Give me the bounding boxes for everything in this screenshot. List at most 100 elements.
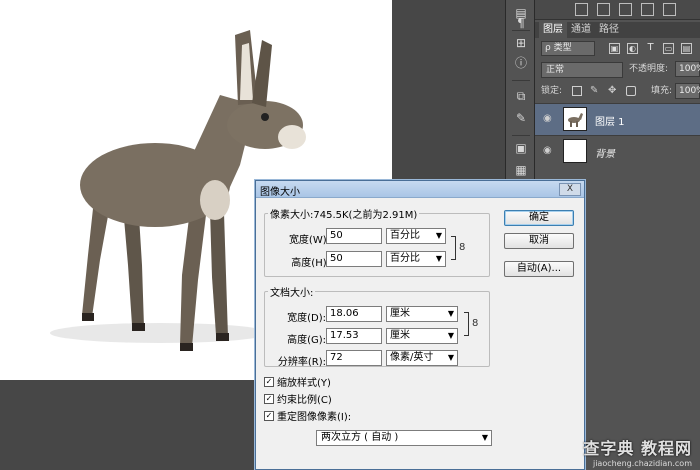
- chain-link-icon: 8: [472, 318, 479, 329]
- scale-styles-checkbox[interactable]: ✓ 缩放样式(Y): [264, 377, 331, 391]
- document-size-label: 文档大小:: [268, 284, 316, 299]
- dialog-title: 图像大小: [260, 187, 300, 198]
- height-input[interactable]: 50: [326, 251, 382, 267]
- image-size-dialog: 图像大小 X 像素大小:745.5K(之前为2.91M) 宽度(W): 50 百…: [255, 180, 585, 470]
- visibility-eye-icon[interactable]: ◉: [543, 146, 555, 156]
- blend-mode-select[interactable]: 正常: [541, 62, 623, 78]
- paragraph-icon[interactable]: ¶: [513, 15, 529, 31]
- donkey-thumbnail-icon: [568, 113, 583, 127]
- fill-input[interactable]: 100%: [675, 83, 700, 99]
- resample-method-select[interactable]: 两次立方 ( 自动 ) ▼: [316, 430, 492, 446]
- resample-label: 重定图像像素(I):: [277, 412, 352, 423]
- doc-width-unit-value: 厘米: [390, 308, 410, 319]
- smart-object-filter-icon[interactable]: ▤: [681, 43, 692, 54]
- lock-row: 锁定: ✎ ✥ 填充: 100%: [535, 82, 700, 100]
- chevron-down-icon: ▼: [447, 331, 454, 340]
- tab-paths[interactable]: 路径: [595, 22, 623, 38]
- auto-button[interactable]: 自动(A)...: [504, 261, 574, 277]
- tab-channels[interactable]: 通道: [567, 22, 595, 38]
- checkmark-icon[interactable]: ✓: [264, 411, 274, 421]
- dialog-titlebar[interactable]: 图像大小 X: [256, 181, 584, 198]
- lock-position-icon[interactable]: ✥: [608, 86, 618, 96]
- checkmark-icon[interactable]: ✓: [264, 394, 274, 404]
- brush-presets-icon[interactable]: ✎: [513, 110, 529, 126]
- opacity-label: 不透明度:: [629, 64, 669, 74]
- fill-label: 填充:: [651, 86, 673, 96]
- chevron-down-icon: ▼: [435, 231, 442, 240]
- scale-styles-label: 缩放样式(Y): [277, 378, 331, 389]
- doc-width-input[interactable]: 18.06: [326, 306, 382, 322]
- doc-height-input[interactable]: 17.53: [326, 328, 382, 344]
- tool-icon[interactable]: [597, 3, 610, 16]
- tool-icon[interactable]: [663, 3, 676, 16]
- width-unit-value: 百分比: [390, 230, 420, 241]
- tool-icon[interactable]: [641, 3, 654, 16]
- properties-icon[interactable]: ⊞: [513, 35, 529, 51]
- layer-filter-row: ρ 类型 ▣ ◐ T ▭ ▤: [535, 40, 700, 58]
- type-filter-icon[interactable]: T: [645, 43, 656, 54]
- resample-method-value: 两次立方 ( 自动 ): [321, 432, 399, 443]
- doc-height-label: 高度(G):: [287, 335, 326, 346]
- lock-transparent-icon[interactable]: [572, 86, 582, 96]
- doc-width-label: 宽度(D):: [287, 313, 326, 324]
- cancel-button[interactable]: 取消: [504, 233, 574, 249]
- layer-row-background[interactable]: ◉ 背景: [535, 135, 700, 167]
- separator: [512, 80, 530, 81]
- ok-button[interactable]: 确定: [504, 210, 574, 226]
- clone-source-icon[interactable]: ⧉: [513, 88, 529, 104]
- width-unit-select[interactable]: 百分比 ▼: [386, 228, 446, 244]
- resample-checkbox[interactable]: ✓ 重定图像像素(I):: [264, 411, 351, 425]
- doc-height-unit-select[interactable]: 厘米 ▼: [386, 328, 458, 344]
- chevron-down-icon: ▼: [481, 433, 488, 442]
- lock-label: 锁定:: [541, 86, 563, 96]
- info-icon[interactable]: ⓘ: [513, 55, 529, 71]
- lock-pixels-icon[interactable]: ✎: [590, 86, 600, 96]
- blend-row: 正常 不透明度: 100%: [535, 61, 700, 79]
- layer-name[interactable]: 背景: [595, 145, 615, 160]
- width-input[interactable]: 50: [326, 228, 382, 244]
- watermark-main: 查字典 教程网: [583, 439, 692, 458]
- resolution-label: 分辨率(R):: [277, 357, 326, 368]
- tool-icon[interactable]: [619, 3, 632, 16]
- chain-link-icon: 8: [459, 242, 466, 253]
- height-unit-value: 百分比: [390, 253, 420, 264]
- chevron-down-icon: ▼: [435, 254, 442, 263]
- image-filter-icon[interactable]: ▣: [609, 43, 620, 54]
- shape-filter-icon[interactable]: ▭: [663, 43, 674, 54]
- width-label: 宽度(W):: [288, 235, 330, 246]
- lock-all-icon[interactable]: [626, 86, 636, 96]
- link-bracket: [451, 236, 456, 260]
- tool-icon[interactable]: [575, 3, 588, 16]
- panel-top-bar: [535, 0, 700, 20]
- doc-height-unit-value: 厘米: [390, 330, 410, 341]
- constrain-proportions-checkbox[interactable]: ✓ 约束比例(C): [264, 394, 332, 408]
- resolution-unit-select[interactable]: 像素/英寸 ▼: [386, 350, 458, 366]
- chevron-down-icon: ▼: [447, 353, 454, 362]
- constrain-label: 约束比例(C): [277, 395, 332, 406]
- chevron-down-icon: ▼: [447, 309, 454, 318]
- adjustment-filter-icon[interactable]: ◐: [627, 43, 638, 54]
- watermark-url: jiaocheng.chazidian.com: [592, 459, 692, 468]
- watermark: 查字典 教程网 jiaocheng.chazidian.com: [583, 435, 692, 468]
- close-button[interactable]: X: [559, 183, 581, 196]
- height-label: 高度(H):: [291, 258, 330, 269]
- layer-row-layer1[interactable]: ◉ 图层 1: [535, 103, 700, 135]
- doc-width-unit-select[interactable]: 厘米 ▼: [386, 306, 458, 322]
- checkmark-icon[interactable]: ✓: [264, 377, 274, 387]
- height-unit-select[interactable]: 百分比 ▼: [386, 251, 446, 267]
- notes-icon[interactable]: ▣: [513, 140, 529, 156]
- layer-thumbnail: [563, 139, 587, 163]
- separator: [512, 135, 530, 136]
- tab-layers[interactable]: 图层: [539, 22, 567, 38]
- styles-icon[interactable]: ▦: [513, 162, 529, 178]
- pixel-dimensions-label: 像素大小:745.5K(之前为2.91M): [268, 206, 420, 221]
- layer-name[interactable]: 图层 1: [595, 113, 625, 128]
- link-bracket: [464, 312, 469, 336]
- panel-tabs: 图层 通道 路径: [535, 22, 700, 38]
- visibility-eye-icon[interactable]: ◉: [543, 114, 555, 124]
- resolution-input[interactable]: 72: [326, 350, 382, 366]
- layer-thumbnail: [563, 107, 587, 131]
- opacity-input[interactable]: 100%: [675, 61, 700, 77]
- kind-filter-select[interactable]: ρ 类型: [541, 41, 595, 56]
- resolution-unit-value: 像素/英寸: [390, 352, 434, 363]
